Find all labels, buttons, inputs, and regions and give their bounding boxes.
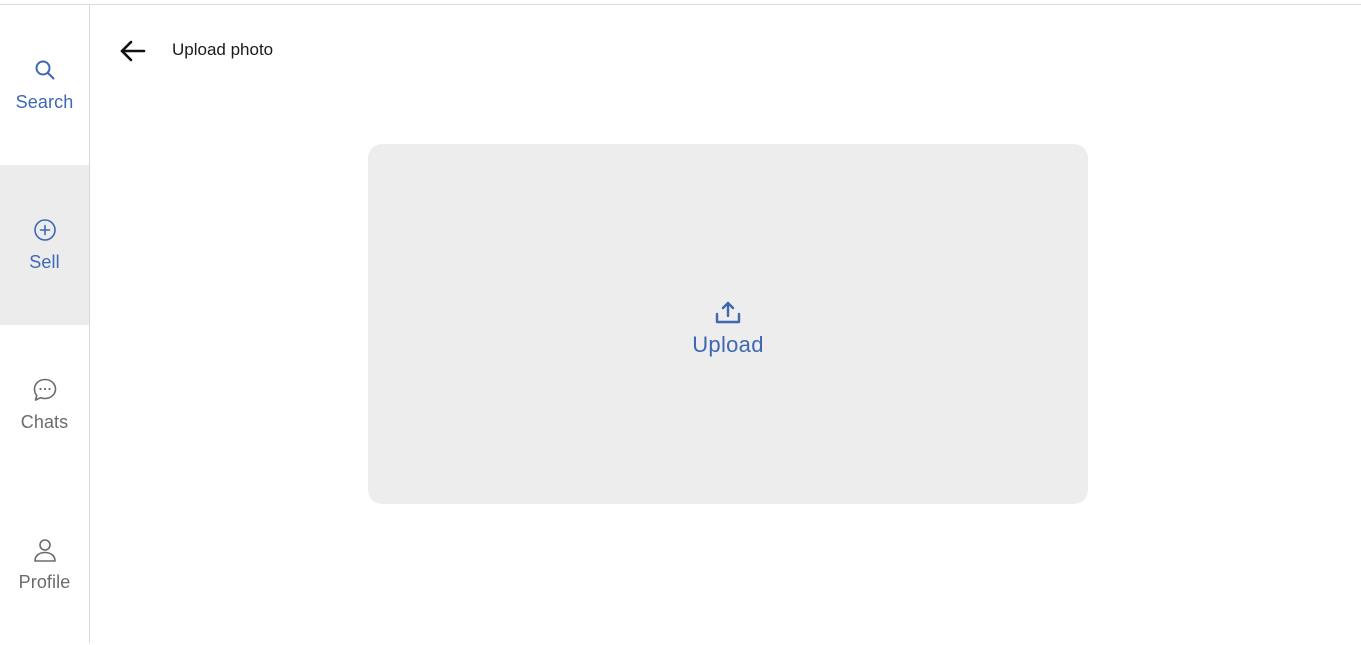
sidebar-item-label: Sell bbox=[29, 252, 60, 272]
arrow-left-icon bbox=[119, 39, 147, 63]
sidebar-nav: Search Sell Chats Profile bbox=[0, 5, 90, 643]
upload-label: Upload bbox=[692, 332, 764, 357]
plus-circle-icon bbox=[32, 217, 58, 243]
sidebar-item-search[interactable]: Search bbox=[0, 5, 89, 165]
page-header: Upload photo bbox=[90, 5, 1361, 95]
person-icon bbox=[32, 537, 58, 563]
page-title: Upload photo bbox=[172, 40, 274, 59]
sidebar-item-label: Profile bbox=[18, 572, 71, 592]
back-button[interactable] bbox=[116, 34, 150, 68]
chat-bubble-icon bbox=[32, 377, 58, 403]
search-icon bbox=[32, 57, 58, 83]
sidebar-item-chats[interactable]: Chats bbox=[0, 325, 89, 485]
sidebar-item-sell[interactable]: Sell bbox=[0, 165, 89, 325]
upload-icon bbox=[714, 300, 742, 326]
sidebar-item-profile[interactable]: Profile bbox=[0, 485, 89, 645]
sidebar-item-label: Chats bbox=[20, 412, 69, 432]
upload-dropzone[interactable]: Upload bbox=[368, 144, 1088, 504]
sidebar-item-label: Search bbox=[15, 92, 74, 112]
